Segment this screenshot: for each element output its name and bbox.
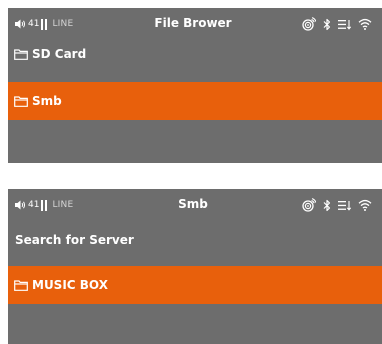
file-browser-screen: 41 LINE File Brower SD Card Smb	[8, 8, 382, 163]
status-icons	[295, 197, 372, 213]
screen-title: File Brower	[154, 16, 232, 30]
cast-icon	[302, 198, 316, 212]
status-left: 41 LINE	[15, 17, 73, 31]
bluetooth-icon	[323, 199, 331, 212]
status-icons	[295, 16, 372, 32]
speaker-icon	[15, 19, 26, 29]
smb-screen: 41 LINE Smb Search for Server MUSIC BOX	[8, 189, 382, 344]
list-item-search-for-server[interactable]: Search for Server	[8, 221, 382, 259]
folder-icon	[14, 95, 28, 107]
level-meter-icon	[41, 18, 48, 30]
screen-title: Smb	[178, 197, 208, 211]
volume-value: 41	[28, 19, 40, 29]
list-item-label: SD Card	[32, 47, 87, 61]
list-item-music-box[interactable]: MUSIC BOX	[8, 266, 382, 304]
folder-icon	[14, 48, 28, 60]
playlist-icon	[338, 19, 351, 30]
folder-icon	[14, 279, 28, 291]
list-item-label: MUSIC BOX	[32, 278, 108, 292]
bluetooth-icon	[323, 18, 331, 31]
cast-icon	[302, 17, 316, 31]
list-item-label: Search for Server	[15, 233, 134, 247]
list-item-smb[interactable]: Smb	[8, 82, 382, 120]
playlist-icon	[338, 200, 351, 211]
volume-value: 41	[28, 200, 40, 210]
status-left: 41 LINE	[15, 198, 73, 212]
input-source-label: LINE	[52, 200, 74, 210]
input-source-label: LINE	[52, 19, 74, 29]
status-bar: 41 LINE Smb	[8, 189, 382, 220]
list-item-sd-card[interactable]: SD Card	[8, 35, 382, 73]
level-meter-icon	[41, 199, 48, 211]
wifi-icon	[358, 199, 372, 211]
speaker-icon	[15, 200, 26, 210]
wifi-icon	[358, 18, 372, 30]
list-item-label: Smb	[32, 94, 62, 108]
